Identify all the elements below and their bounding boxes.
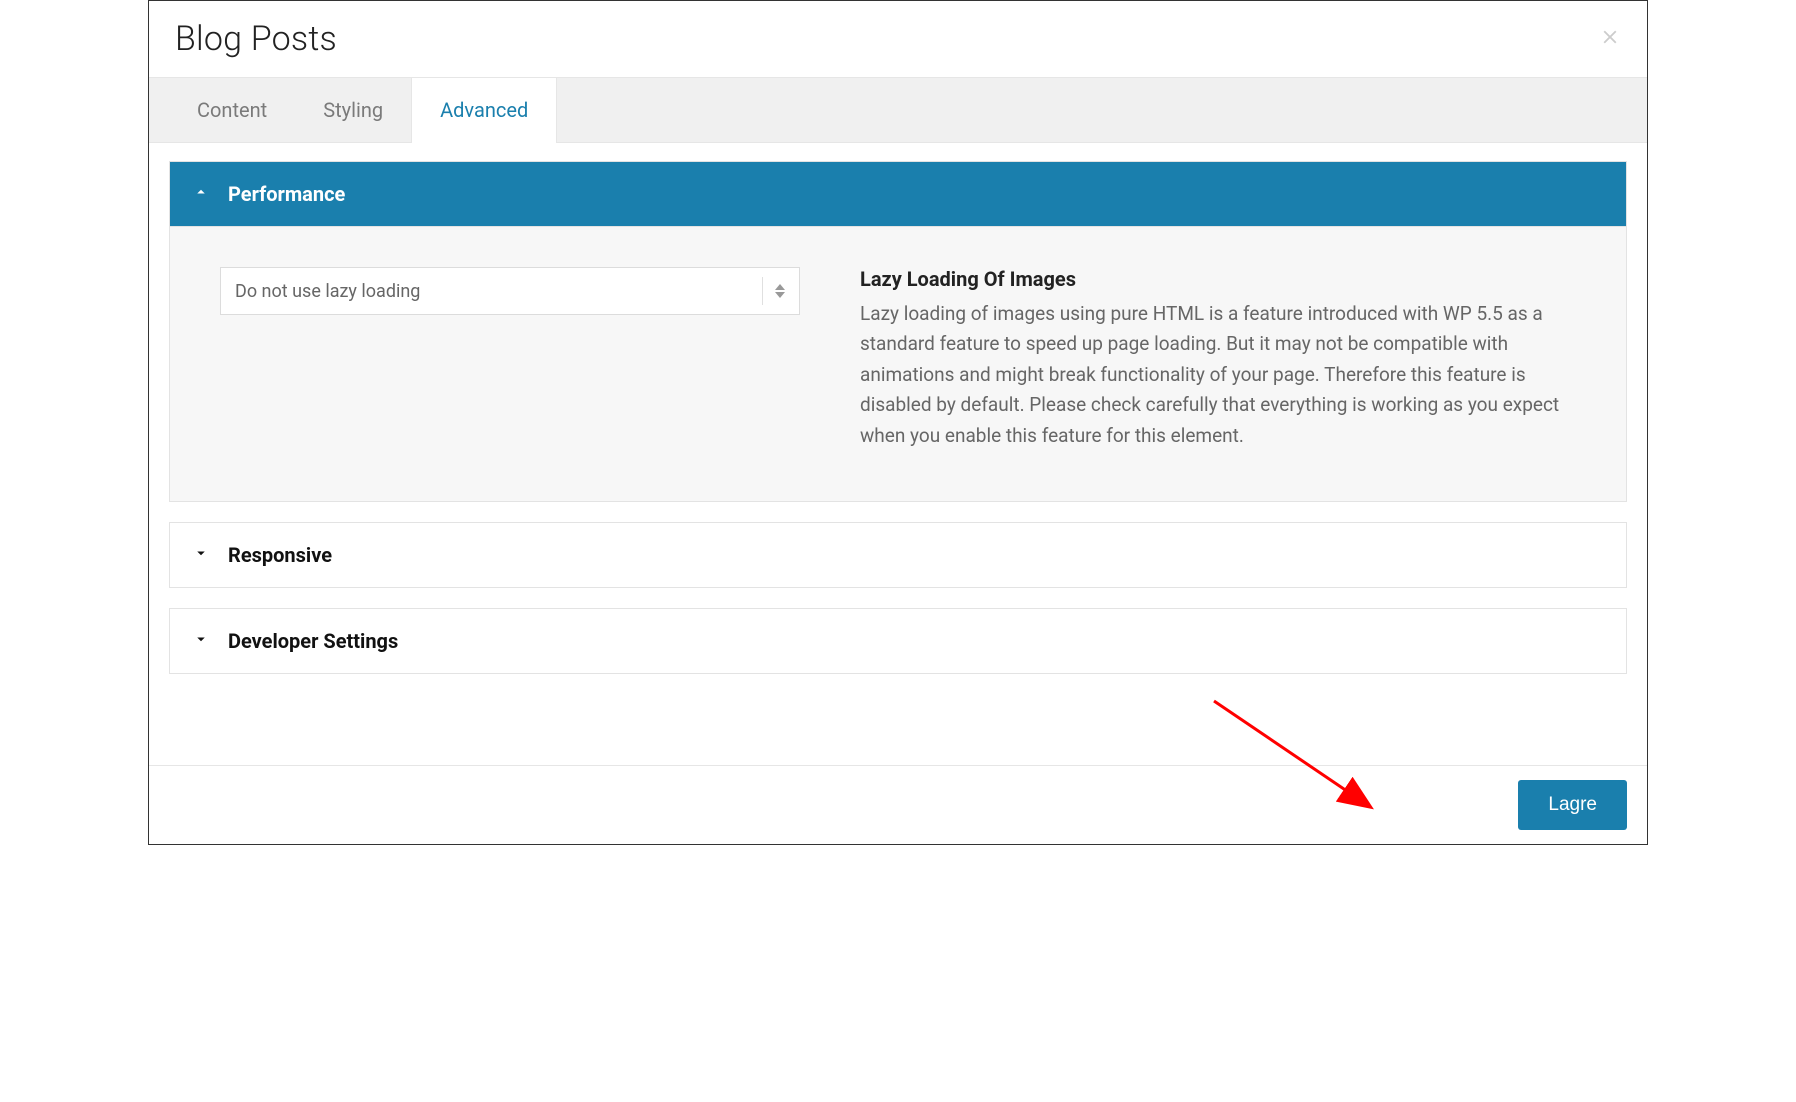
tab-styling[interactable]: Styling <box>295 78 411 142</box>
panel-responsive: Responsive <box>169 522 1627 588</box>
modal-footer: Lagre <box>149 765 1647 844</box>
lazy-loading-select-col: Do not use lazy loading <box>220 267 800 451</box>
tabs-bar: Content Styling Advanced <box>149 78 1647 143</box>
panel-header-developer[interactable]: Developer Settings <box>170 609 1626 673</box>
panel-header-performance[interactable]: Performance <box>170 162 1626 226</box>
chevron-down-icon <box>192 630 210 652</box>
lazy-loading-select[interactable]: Do not use lazy loading <box>220 267 800 315</box>
panel-body-performance: Do not use lazy loading Lazy Loading Of … <box>170 226 1626 501</box>
panel-developer: Developer Settings <box>169 608 1627 674</box>
panel-title-developer: Developer Settings <box>228 629 398 653</box>
panel-title-performance: Performance <box>228 182 345 206</box>
content-area: Performance Do not use lazy loading Lazy… <box>149 143 1647 765</box>
close-icon[interactable] <box>1599 25 1621 53</box>
panel-header-responsive[interactable]: Responsive <box>170 523 1626 587</box>
lazy-loading-field-desc: Lazy loading of images using pure HTML i… <box>860 299 1576 451</box>
chevron-up-icon <box>192 183 210 205</box>
panel-title-responsive: Responsive <box>228 543 332 567</box>
modal-header: Blog Posts <box>149 1 1647 78</box>
lazy-loading-field-title: Lazy Loading Of Images <box>860 267 1576 291</box>
lazy-loading-select-value: Do not use lazy loading <box>235 281 762 302</box>
save-button[interactable]: Lagre <box>1518 780 1627 830</box>
tab-content[interactable]: Content <box>169 78 295 142</box>
panel-performance: Performance Do not use lazy loading Lazy… <box>169 161 1627 502</box>
chevron-down-icon <box>192 544 210 566</box>
tab-advanced[interactable]: Advanced <box>411 78 557 143</box>
lazy-loading-desc-col: Lazy Loading Of Images Lazy loading of i… <box>860 267 1576 451</box>
modal-title: Blog Posts <box>175 19 337 59</box>
modal: Blog Posts Content Styling Advanced Perf… <box>148 0 1648 845</box>
select-arrows-icon <box>762 277 785 305</box>
